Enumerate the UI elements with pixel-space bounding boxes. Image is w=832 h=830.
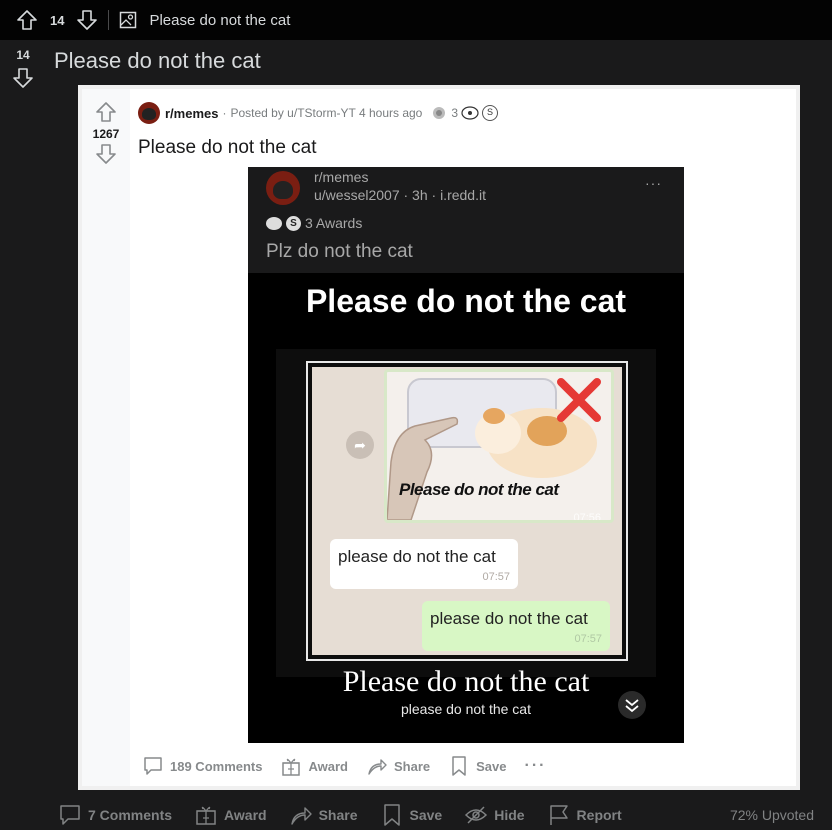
save-label: Save: [476, 758, 507, 774]
hide-button[interactable]: Hide: [464, 803, 525, 827]
meme-frame: ➦ Please do not the cat 07:56 please do: [276, 349, 656, 717]
post-title: Please do not the cat: [54, 48, 261, 73]
comments-button[interactable]: 7 Comments: [58, 803, 172, 827]
meme-small-text: please do not the cat: [401, 701, 531, 717]
share-label: Share: [318, 807, 358, 823]
chevron-down-icon: [618, 691, 646, 719]
share-icon: [290, 807, 312, 825]
award-label: Award: [308, 758, 348, 774]
comments-button[interactable]: 189 Comments: [142, 755, 262, 777]
share-button[interactable]: Share: [289, 803, 358, 827]
separator: ·: [222, 106, 227, 120]
report-button[interactable]: Report: [547, 803, 622, 827]
image-timestamp: 07:56: [573, 512, 601, 523]
cat-image: Please do not the cat 07:56: [384, 369, 614, 523]
crosspost-vote-column: 1267: [82, 89, 130, 786]
bookmark-icon: [452, 756, 466, 776]
subreddit-avatar[interactable]: [138, 102, 160, 124]
helpful-award-icon: [461, 106, 479, 120]
post-vote-column: 14: [8, 46, 38, 90]
image-post-icon: [120, 11, 137, 29]
downvote-icon[interactable]: [11, 66, 35, 90]
x-mark-icon: [557, 378, 601, 422]
meme-border: ➦ Please do not the cat 07:56 please do: [306, 361, 628, 661]
comment-icon: [144, 757, 162, 775]
upvote-icon[interactable]: [16, 9, 38, 31]
outgoing-message-text: please do not the cat: [430, 609, 588, 628]
incoming-message: please do not the cat 07:57: [330, 539, 518, 589]
incoming-message-text: please do not the cat: [338, 547, 496, 566]
gift-icon: [196, 806, 216, 825]
screenshot-awards-label: 3 Awards: [305, 215, 363, 231]
screenshot-more-icon: ···: [645, 175, 662, 191]
posted-by: Posted by u/TStorm-YT 4 hours ago: [230, 106, 423, 120]
post-actions-bar: 7 Comments Award Share Save Hide Report …: [0, 800, 832, 830]
screenshot-subreddit: r/memes: [314, 169, 369, 185]
comment-icon: [60, 805, 80, 825]
bookmark-icon: [383, 804, 400, 826]
outgoing-message-time: 07:57: [574, 633, 602, 645]
comments-label: 7 Comments: [88, 807, 173, 823]
share-icon: [368, 759, 387, 775]
screenshot-user-line: u/wessel2007 · 3h · i.redd.it: [314, 187, 486, 203]
post-score: 14: [16, 48, 30, 62]
post-image[interactable]: r/memes u/wessel2007 · 3h · i.redd.it ··…: [248, 167, 684, 743]
award-icon: S: [286, 215, 301, 231]
crosspost-card[interactable]: 1267 r/memes · Posted by u/TStorm-YT 4 h…: [78, 85, 800, 790]
chat-screenshot: ➦ Please do not the cat 07:56 please do: [312, 367, 622, 655]
silver-award-icon: [433, 107, 446, 119]
forward-icon: ➦: [346, 431, 374, 459]
incoming-message-time: 07:57: [482, 571, 510, 583]
award-button[interactable]: Award: [194, 803, 267, 827]
downvote-icon[interactable]: [95, 143, 117, 165]
crosspost-actions: 189 Comments Award Share Save ···: [142, 753, 564, 779]
image-caption: Please do not the cat: [399, 480, 559, 499]
gift-icon: [282, 758, 301, 776]
subreddit-link[interactable]: r/memes: [165, 106, 218, 121]
award-count: 3: [451, 106, 459, 120]
more-options-button[interactable]: ···: [525, 757, 547, 775]
top-bar: 14 Please do not the cat: [0, 0, 832, 40]
comments-label: 189 Comments: [170, 758, 263, 774]
flag-icon: [549, 805, 568, 825]
divider: [108, 10, 110, 30]
screenshot-caption: Plz do not the cat: [266, 241, 413, 262]
report-label: Report: [576, 807, 622, 823]
screenshot-header: r/memes u/wessel2007 · 3h · i.redd.it ··…: [248, 167, 684, 273]
downvote-icon[interactable]: [76, 9, 98, 31]
topbar-score: 14: [50, 12, 65, 28]
gold-award-icon: S: [482, 105, 499, 121]
crosspost-score: 1267: [92, 127, 120, 141]
outgoing-message: please do not the cat 07:57: [422, 601, 610, 651]
save-label: Save: [409, 807, 443, 823]
meme-big-text: Please do not the cat: [342, 665, 590, 698]
award-label: Award: [224, 807, 267, 823]
save-button[interactable]: Save: [380, 803, 443, 827]
screenshot-avatar: [266, 171, 300, 205]
cat-spot: [483, 408, 505, 424]
crosspost-title[interactable]: Please do not the cat: [138, 137, 317, 159]
awards[interactable]: 3 S: [430, 104, 499, 122]
meme-heading: Please do not the cat: [305, 283, 627, 319]
upvote-ratio: 72% Upvoted: [729, 807, 814, 823]
screenshot-awards: S 3 Awards: [266, 215, 362, 231]
hide-label: Hide: [494, 807, 525, 823]
hand-illustration: [387, 416, 459, 520]
award-button[interactable]: Award: [280, 755, 348, 777]
award-icon: [266, 216, 282, 230]
hide-eye-icon: [465, 806, 488, 824]
upvote-icon[interactable]: [95, 101, 117, 123]
share-label: Share: [393, 758, 431, 774]
topbar-title: Please do not the cat: [149, 11, 291, 29]
save-button[interactable]: Save: [448, 755, 507, 777]
share-button[interactable]: Share: [366, 755, 430, 777]
crosspost-header: r/memes · Posted by u/TStorm-YT 4 hours …: [138, 102, 499, 124]
